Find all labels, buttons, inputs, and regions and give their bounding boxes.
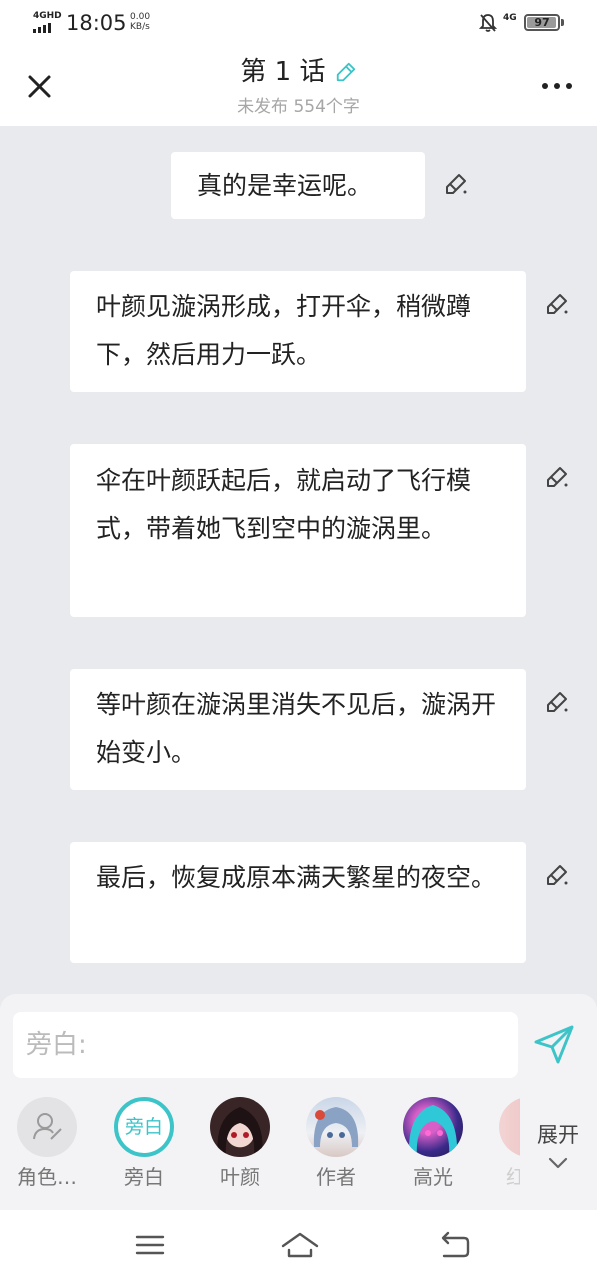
character-label: 红 — [506, 1165, 520, 1189]
network-type: 4G — [503, 13, 517, 23]
message-bubble[interactable]: 叶颜见漩涡形成，打开伞，稍微蹲下，然后用力一跃。 — [70, 271, 526, 392]
narrator-avatar: 旁白 — [114, 1097, 174, 1157]
battery-icon: 97 — [524, 14, 560, 31]
character-author[interactable]: 作者 — [297, 1097, 375, 1197]
character-narrator[interactable]: 旁白 旁白 — [105, 1097, 183, 1197]
expand-button[interactable]: 展开 — [528, 1122, 588, 1182]
chevron-down-icon — [548, 1157, 568, 1169]
chapter-status: 未发布 554个字 — [237, 97, 360, 117]
send-icon[interactable] — [532, 1022, 576, 1066]
add-character-icon — [17, 1097, 77, 1157]
expand-label: 展开 — [537, 1123, 579, 1147]
character-add[interactable]: 角色… — [8, 1097, 86, 1197]
muted-bell-icon — [479, 14, 497, 32]
network-speed: 0.00 KB/s — [130, 12, 151, 32]
title-area: 第 1 话 — [0, 54, 597, 90]
message-bubble[interactable]: 等叶颜在漩涡里消失不见后，漩涡开始变小。 — [70, 669, 526, 790]
edit-title-icon[interactable] — [335, 61, 357, 83]
message-input-box[interactable] — [13, 1012, 518, 1078]
edit-message-icon[interactable] — [545, 863, 569, 887]
edit-message-icon[interactable] — [444, 172, 468, 196]
back-icon[interactable] — [438, 1228, 472, 1262]
message-bubble[interactable]: 伞在叶颜跃起后，就启动了飞行模式，带着她飞到空中的漩涡里。 — [70, 444, 526, 617]
edit-message-icon[interactable] — [545, 292, 569, 316]
more-icon[interactable] — [540, 76, 574, 96]
character-label: 叶颜 — [220, 1165, 260, 1189]
home-icon[interactable] — [280, 1228, 320, 1262]
character-label: 角色… — [17, 1165, 77, 1189]
system-nav-bar — [0, 1210, 597, 1280]
character-partial[interactable]: 红 — [490, 1097, 520, 1197]
battery-percent: 97 — [534, 16, 550, 29]
character-yeyan[interactable]: 叶颜 — [201, 1097, 279, 1197]
yeyan-avatar — [210, 1097, 270, 1157]
clock: 18:05 — [66, 11, 127, 35]
battery-tip — [561, 19, 564, 26]
signal-icon — [33, 21, 57, 33]
message-bubble[interactable]: 真的是幸运呢。 — [171, 152, 425, 219]
message-bubble[interactable]: 最后，恢复成原本满天繁星的夜空。 — [70, 842, 526, 963]
character-label: 作者 — [316, 1165, 356, 1189]
highlight-avatar — [403, 1097, 463, 1157]
edit-message-icon[interactable] — [545, 690, 569, 714]
partial-avatar — [499, 1097, 520, 1157]
menu-icon[interactable] — [133, 1228, 167, 1262]
edit-message-icon[interactable] — [545, 465, 569, 489]
character-highlight[interactable]: 高光 — [394, 1097, 472, 1197]
character-label: 高光 — [413, 1165, 453, 1189]
signal-type: 4GHD — [33, 11, 62, 21]
status-bar: 4GHD 18:05 0.00 KB/s 4G 97 — [0, 0, 597, 46]
page-title: 第 1 话 — [240, 57, 326, 87]
message-input[interactable] — [13, 1012, 518, 1078]
author-avatar — [306, 1097, 366, 1157]
character-label: 旁白 — [124, 1165, 164, 1189]
header: 第 1 话 未发布 554个字 — [0, 46, 597, 126]
